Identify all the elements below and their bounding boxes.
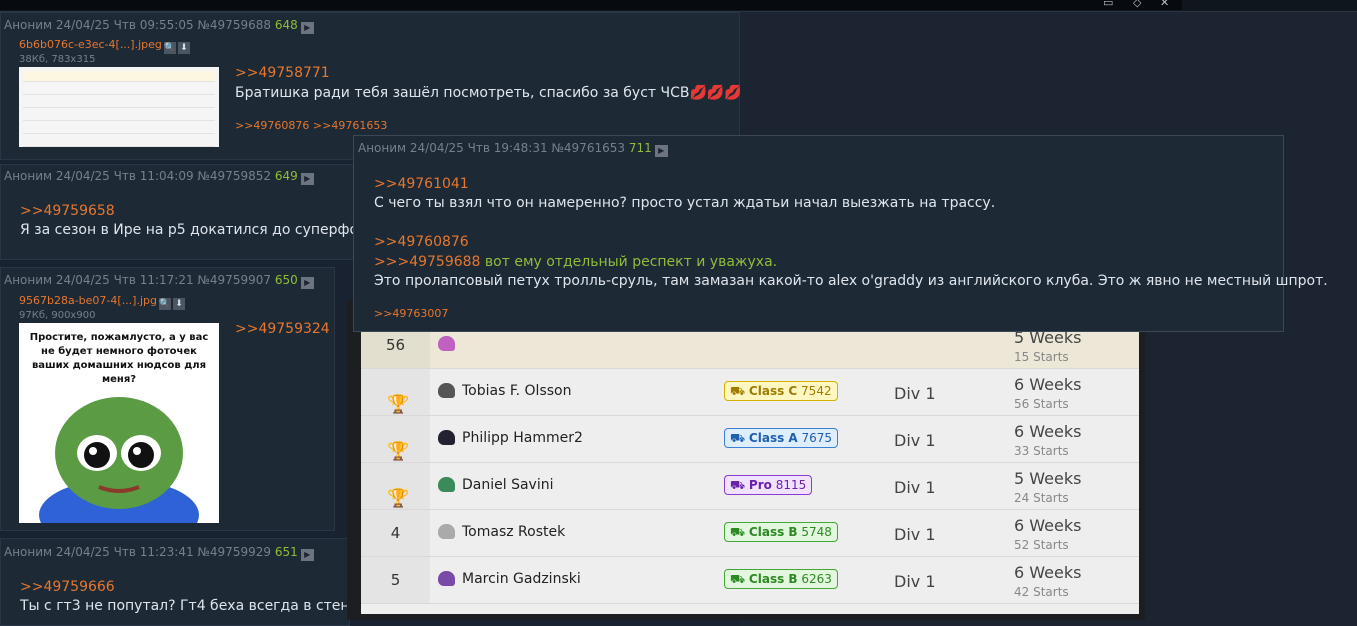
post-header: Аноним 24/04/25 Чтв 19:48:31 №49761653 7… (358, 141, 668, 157)
rank-cell: 5 (361, 557, 430, 603)
replies: >>49760876 >>49761653 (235, 119, 387, 132)
division: Div 1 (894, 572, 936, 591)
weeks: 6 Weeks (1014, 422, 1082, 441)
weeks: 6 Weeks (1014, 375, 1082, 394)
class-badge: ⛟ Class B 6263 (724, 569, 838, 589)
extension-icon[interactable]: ◇ (1133, 0, 1141, 9)
reply-link[interactable]: >>49758771 (235, 65, 330, 81)
helmet-icon (438, 477, 455, 492)
image-caption: Простите, пожамлусто, а у вас не будет н… (29, 332, 209, 385)
file-name[interactable]: 9567b28a-be07-4[...].jpg 🔍 ⬇ (19, 294, 185, 310)
file-name[interactable]: 6b6b076c-e3ec-4[...].jpeg 🔍 ⬇ (19, 38, 190, 54)
post-text: Братишка ради тебя зашёл посмотреть, спа… (235, 85, 742, 101)
driver-name[interactable]: Tobias F. Olsson (462, 383, 571, 399)
starts: 56 Starts (1014, 397, 1069, 411)
starts: 24 Starts (1014, 491, 1069, 505)
division: Div 1 (894, 478, 936, 497)
division: Div 1 (894, 431, 936, 450)
reply-link[interactable]: >>49759658 (20, 203, 115, 219)
post-text: Я за сезон в Ире на р5 докатился до супе… (20, 222, 378, 238)
starts: 33 Starts (1014, 444, 1069, 458)
reply-link[interactable]: >>49759324 (235, 321, 330, 337)
helmet-icon (438, 336, 455, 351)
reply-ref[interactable]: >>49760876 (235, 119, 309, 132)
post-text: Это пролапсовый петух тролль-сруль, там … (374, 273, 1328, 289)
starts: 15 Starts (1014, 350, 1069, 364)
reply-link[interactable]: >>49760876 (374, 234, 469, 250)
play-icon[interactable]: ▶ (300, 22, 314, 34)
class-badge: ⛟ Class A 7675 (724, 428, 839, 448)
car-icon: ⛟ (730, 384, 749, 398)
quote-link[interactable]: >>>49759688 (374, 254, 480, 270)
reply-ref[interactable]: >>49763007 (374, 307, 448, 320)
helmet-icon (438, 383, 455, 398)
car-icon: ⛟ (730, 572, 749, 586)
driver-name[interactable]: Tomasz Rostek (462, 524, 565, 540)
post-text: С чего ты взял что он намеренно? просто … (374, 195, 996, 211)
leaderboard-row: 4 Tomasz Rostek ⛟ Class B 5748 Div 1 6 Weeks… (361, 510, 1139, 557)
driver-name[interactable]: Philipp Hammer2 (462, 430, 583, 446)
class-badge: ⛟ Class B 5748 (724, 522, 838, 542)
rank-cell: 🏆 (361, 416, 430, 462)
quote-text: вот ему отдельный респект и уважуха. (480, 254, 778, 270)
quote-line: >>>49759688 вот ему отдельный респект и … (374, 254, 777, 270)
post-header: Аноним 24/04/25 Чтв 11:04:09 №49759852 6… (4, 169, 314, 185)
weeks: 6 Weeks (1014, 563, 1082, 582)
starts: 42 Starts (1014, 585, 1069, 599)
post-header: Аноним 24/04/25 Чтв 11:17:21 №49759907 6… (4, 273, 314, 289)
post-49759929: Аноним 24/04/25 Чтв 11:23:41 №49759929 6… (0, 538, 379, 626)
search-icon[interactable]: 🔍 (159, 298, 171, 310)
post-text: Ты с гт3 не попутал? Гт4 беха всегда в с… (20, 598, 380, 614)
rank-cell: 🏆 (361, 463, 430, 509)
division: Div 1 (894, 525, 936, 544)
play-icon[interactable]: ▶ (300, 277, 314, 289)
file-meta: 97Кб, 900x900 (19, 310, 96, 321)
helmet-icon (438, 430, 455, 445)
rank-number: 5 (390, 571, 401, 589)
helmet-icon (438, 524, 455, 539)
driver-name[interactable]: Marcin Gadzinski (462, 571, 581, 587)
post-preview-popup: Аноним 24/04/25 Чтв 19:48:31 №49761653 7… (353, 135, 1328, 332)
play-icon[interactable]: ▶ (300, 549, 314, 561)
car-icon: ⛟ (730, 525, 749, 539)
reply-link[interactable]: >>49761041 (374, 176, 469, 192)
puzzle-icon[interactable]: ✕ (1160, 0, 1169, 9)
starts: 52 Starts (1014, 538, 1069, 552)
class-badge: ⛟ Pro 8115 (724, 475, 813, 495)
browser-toolbar: ▭ ◇ ✕ (0, 0, 1357, 12)
car-icon: ⛟ (730, 431, 749, 445)
rank-number: 4 (390, 524, 401, 542)
download-icon[interactable]: ⬇ (177, 42, 190, 54)
class-badge: ⛟ Class C 7542 (724, 381, 838, 401)
leaderboard-row: 🏆 Tobias F. Olsson ⛟ Class C 7542 Div 1 6 We… (361, 369, 1139, 416)
search-icon[interactable]: 🔍 (163, 42, 176, 54)
play-icon[interactable]: ▶ (300, 173, 314, 185)
leaderboard-image: 56 5 Weeks 15 Starts 🏆 Tobias F. Olsson ⛟ Cla… (361, 318, 1139, 614)
play-icon[interactable]: ▶ (654, 145, 668, 157)
leaderboard-row: 🏆 Philipp Hammer2 ⛟ Class A 7675 Div 1 6 Wee… (361, 416, 1139, 463)
rank-cell: 🏆 (361, 369, 430, 415)
rank-cell: 4 (361, 510, 430, 556)
post-image[interactable]: Простите, пожамлусто, а у вас не будет н… (19, 323, 219, 523)
leaderboard-row: 5 Marcin Gadzinski ⛟ Class B 6263 Div 1 6 We… (361, 557, 1139, 604)
post-header: Аноним 24/04/25 Чтв 09:55:05 №49759688 6… (4, 18, 314, 34)
reply-link[interactable]: >>49759666 (20, 579, 115, 595)
post-header: Аноним 24/04/25 Чтв 11:23:41 №49759929 6… (4, 545, 314, 561)
leaderboard-row: 🏆 Daniel Savini ⛟ Pro 8115 Div 1 5 Weeks 24 S… (361, 463, 1139, 510)
weeks: 6 Weeks (1014, 516, 1082, 535)
address-bar[interactable] (0, 0, 1182, 10)
helmet-icon (438, 571, 455, 586)
weeks: 5 Weeks (1014, 469, 1082, 488)
pepe-illustration (39, 397, 199, 523)
car-icon: ⛟ (730, 478, 749, 492)
post-49759852: Аноним 24/04/25 Чтв 11:04:09 №49759852 6… (0, 164, 378, 260)
download-icon[interactable]: ⬇ (173, 298, 185, 310)
driver-name[interactable]: Daniel Savini (462, 477, 553, 493)
post-thumbnail[interactable] (19, 67, 219, 147)
file-meta: 38Кб, 783x315 (19, 54, 96, 65)
reply-ref[interactable]: >>49761653 (313, 119, 387, 132)
rank-number: 56 (385, 336, 406, 354)
copy-icon[interactable]: ▭ (1103, 0, 1113, 9)
division: Div 1 (894, 384, 936, 403)
